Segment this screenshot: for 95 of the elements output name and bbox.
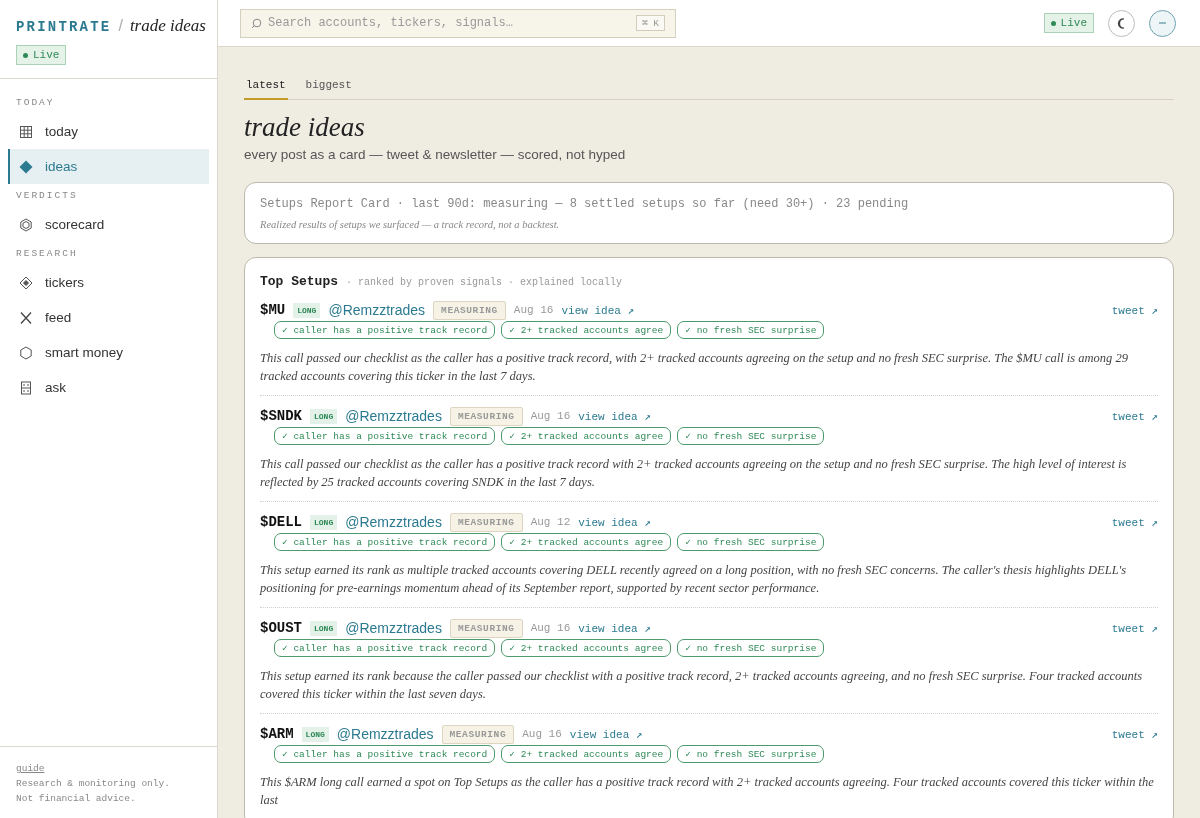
ticker: $MU (260, 302, 286, 318)
post-date: Aug 16 (513, 304, 554, 316)
ticker: $OUST (260, 620, 302, 636)
page-title: trade ideas (244, 112, 366, 143)
report-note: Realized results of setups we surfaced — a track record, not a backtest. (260, 219, 561, 230)
search-bar[interactable]: Search accounts, tickers, signals… ⌘ K (240, 8, 676, 38)
check-chip: ✓ caller has a positive track record (274, 321, 496, 339)
post-date: Aug 16 (522, 728, 562, 740)
hexagon-icon (19, 217, 33, 232)
moon-icon (1116, 17, 1127, 29)
theme-toggle-button[interactable] (1108, 9, 1135, 37)
post-date: Aug 16 (530, 410, 571, 422)
view-idea-link[interactable]: view idea ↗ (578, 409, 651, 423)
account-handle[interactable]: @Remzztrades (345, 514, 442, 530)
check-chip: ✓ caller has a positive track record (274, 533, 496, 551)
report-summary: Setups Report Card · last 90d: measuring — 8 settled setups so far (need 30+) · 23 pending (260, 197, 910, 211)
ticker: $DELL (260, 514, 302, 530)
x-logo-icon (19, 310, 33, 325)
nav-item[interactable]: scorecard (8, 207, 209, 242)
diamond-icon (19, 159, 33, 174)
check-chip: ✓ caller has a positive track record (274, 745, 496, 763)
nav-item[interactable]: ideas (8, 149, 209, 184)
check-chip: ✓ 2+ tracked accounts agree (501, 639, 672, 657)
source-link[interactable]: tweet ↗ (1111, 409, 1158, 423)
post-date: Aug 12 (530, 516, 571, 528)
separator: / (118, 17, 123, 35)
direction-badge: LONG (310, 620, 338, 636)
view-idea-link[interactable]: view idea ↗ (561, 303, 635, 317)
source-link[interactable]: tweet ↗ (1111, 727, 1158, 741)
check-chip: ✓ no fresh SEC surprise (677, 427, 825, 445)
brand-name: PRINTRATE (16, 19, 112, 35)
status-badge: MEASURING (449, 512, 523, 532)
source-link[interactable]: tweet ↗ (1111, 515, 1158, 529)
card-title: Top Setups (260, 274, 338, 289)
tab[interactable]: latest (244, 75, 288, 100)
ticker: $ARM (260, 726, 294, 742)
abacus-icon (19, 380, 33, 395)
check-chip: ✓ 2+ tracked accounts agree (501, 321, 672, 339)
status-badge: MEASURING (441, 724, 515, 744)
idea-explanation: This setup earned its rank as multiple tracked accounts covering DELL recently agreed on a long position, with no fresh SEC concerns. The caller's thesis highlights DELL's positioning for pre-earnings momentum ahead of its September report, supported by recent sector performance. (260, 562, 1128, 597)
card-caption: · ranked by proven signals · explained locally (346, 277, 623, 288)
tab[interactable]: biggest (303, 75, 354, 100)
section-title: trade ideas (129, 16, 206, 36)
nav-item[interactable]: tickers (8, 265, 209, 300)
direction-badge: LONG (310, 514, 338, 530)
account-handle[interactable]: @Remzztrades (345, 620, 442, 636)
nav-item[interactable]: today (8, 114, 209, 149)
guide-link[interactable]: guide (16, 761, 45, 776)
dash-icon (1159, 22, 1166, 24)
status-badge: MEASURING (449, 406, 523, 426)
search-icon (251, 17, 262, 29)
account-handle[interactable]: @Remzztrades (336, 726, 434, 742)
status-badge: MEASURING (449, 618, 523, 638)
disclaimer-text: Research & monitoring only. (16, 777, 171, 791)
grid-icon (19, 124, 33, 139)
check-chip: ✓ 2+ tracked accounts agree (501, 427, 672, 445)
source-link[interactable]: tweet ↗ (1111, 303, 1158, 317)
check-chip: ✓ no fresh SEC surprise (677, 321, 825, 339)
live-badge: Live (16, 45, 67, 65)
direction-badge: LONG (301, 726, 329, 742)
account-handle[interactable]: @Remzztrades (345, 408, 442, 424)
status-badge: MEASURING (433, 300, 506, 320)
check-chip: ✓ 2+ tracked accounts agree (501, 745, 672, 763)
account-handle[interactable]: @Remzztrades (328, 302, 426, 318)
idea-explanation: This setup earned its rank because the caller passed our checklist with a positive track record, 2+ tracked accounts agreeing, and no fresh SEC surprise. Four tracked accounts covered this ticker within the last seven days. (260, 668, 1144, 703)
check-chip: ✓ no fresh SEC surprise (677, 639, 825, 657)
idea-explanation: This call passed our checklist as the caller has a positive track record, with 2+ tracked accounts agreeing on the setup and no fresh SEC surprise. The $MU call is among 29 tracked accounts covering this ticker in the last 7 days. (260, 350, 1129, 385)
post-date: Aug 16 (530, 622, 571, 634)
nav-group-heading: VERDICTS (15, 189, 79, 203)
nav-group-heading: RESEARCH (15, 247, 79, 261)
diamond-icon (19, 275, 33, 290)
nav-item[interactable]: feed (8, 300, 209, 335)
hexagon-icon (19, 345, 33, 360)
check-chip: ✓ no fresh SEC surprise (677, 533, 825, 551)
idea-explanation: This $ARM long call earned a spot on Top Setups as the caller has a positive track record with 2+ tracked accounts agreeing. Four tracked accounts covered this ticker within the last (260, 774, 1155, 809)
source-link[interactable]: tweet ↗ (1111, 621, 1158, 635)
nav-group-heading: TODAY (15, 96, 56, 110)
shortcut-hint: ⌘ K (635, 15, 665, 31)
check-chip: ✓ no fresh SEC surprise (677, 745, 825, 763)
view-idea-link[interactable]: view idea ↗ (569, 727, 643, 741)
view-idea-link[interactable]: view idea ↗ (578, 515, 651, 529)
direction-badge: LONG (293, 302, 321, 318)
page-subtitle: every post as a card — tweet & newsletter — scored, not hyped (244, 147, 627, 162)
view-idea-link[interactable]: view idea ↗ (578, 621, 651, 635)
nav-item[interactable]: ask (8, 370, 209, 405)
ticker: $SNDK (260, 408, 302, 424)
disclaimer-text: Not financial advice. (16, 792, 137, 806)
check-chip: ✓ 2+ tracked accounts agree (501, 533, 672, 551)
check-chip: ✓ caller has a positive track record (274, 427, 496, 445)
check-chip: ✓ caller has a positive track record (274, 639, 496, 657)
live-badge: Live (1043, 13, 1094, 33)
nav-item[interactable]: smart money (8, 335, 209, 370)
direction-badge: LONG (310, 408, 338, 424)
idea-explanation: This call passed our checklist as the caller has a positive track record with 2+ tracked accounts agreeing on the setup and no fresh SEC surprise. The high level of interest is reflected by 25 tracked accounts covering SNDK in the last 7 days. (260, 456, 1128, 491)
search-input[interactable]: Search accounts, tickers, signals… (268, 16, 630, 30)
